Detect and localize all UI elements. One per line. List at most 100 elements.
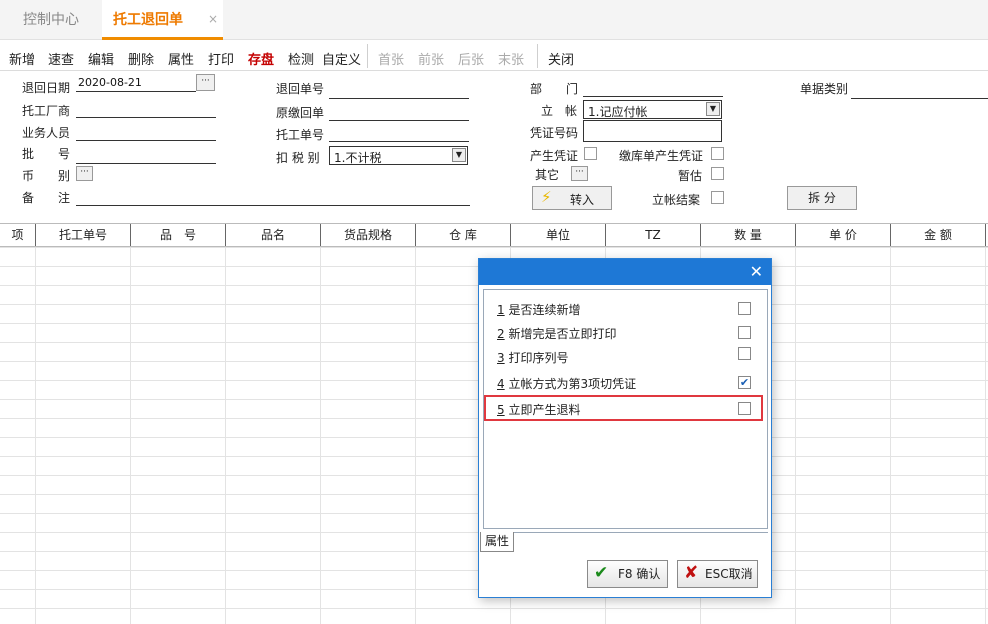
grid-column-line xyxy=(985,247,986,624)
temp-est-checkbox[interactable] xyxy=(711,167,724,180)
currency-picker-button[interactable]: ··· xyxy=(76,166,93,181)
option-label: 打印序列号 xyxy=(508,351,569,365)
transfer-button[interactable]: ⚡ 转入 xyxy=(532,186,612,210)
column-header[interactable]: 数 量 xyxy=(701,224,796,246)
toolbar: 新增 速查 编辑 删除 属性 打印 存盘 检测 自定义 首张 前张 后张 末张 … xyxy=(0,41,988,71)
consign-no-label: 托工单号 xyxy=(276,128,325,142)
grid-column-line xyxy=(225,247,226,624)
save-button[interactable]: 存盘 xyxy=(248,49,274,68)
voucher-no-field[interactable] xyxy=(583,120,722,142)
return-date-field[interactable]: 2020-08-21 xyxy=(76,75,196,92)
transfer-button-label: 转入 xyxy=(570,193,595,207)
gen-voucher-checkbox[interactable] xyxy=(584,147,597,160)
delete-button[interactable]: 删除 xyxy=(128,49,154,68)
close-icon[interactable]: ✕ xyxy=(750,263,763,281)
batch-field[interactable] xyxy=(76,147,216,164)
orig-return-label: 原缴回单 xyxy=(276,106,325,120)
customize-button[interactable]: 自定义 xyxy=(322,49,361,68)
check-button[interactable]: 检测 xyxy=(288,49,314,68)
new-button[interactable]: 新增 xyxy=(9,49,35,68)
grid-column-line xyxy=(130,247,131,624)
tab-control-center[interactable]: 控制中心 xyxy=(0,0,102,40)
column-header[interactable]: 货品规格 xyxy=(321,224,416,246)
column-header[interactable]: TZ xyxy=(606,224,701,246)
settle-checkbox[interactable] xyxy=(711,191,724,204)
salesman-label: 业务人员 xyxy=(22,126,71,140)
option-label: 是否连续新增 xyxy=(508,303,581,317)
first-record-button[interactable]: 首张 xyxy=(378,49,404,68)
consign-no-field[interactable] xyxy=(329,125,469,142)
option-account-voucher-checkbox[interactable]: ✔ xyxy=(738,376,751,389)
close-button[interactable]: 关闭 xyxy=(548,49,574,68)
grid-column-line xyxy=(415,247,416,624)
print-button[interactable]: 打印 xyxy=(208,49,234,68)
column-header[interactable]: 项 xyxy=(0,224,36,246)
option-continuous-new-checkbox[interactable] xyxy=(738,302,751,315)
return-date-label: 退回日期 xyxy=(22,81,71,95)
remark-field[interactable] xyxy=(76,189,470,206)
option-print-after-new[interactable]: 2 新增完是否立即打印 xyxy=(497,325,616,342)
edit-button[interactable]: 编辑 xyxy=(88,49,114,68)
option-print-serial-checkbox[interactable] xyxy=(738,347,751,360)
grid-column-line xyxy=(320,247,321,624)
option-number: 3 xyxy=(497,351,505,365)
confirm-button-label: F8 确认 xyxy=(618,567,661,581)
option-print-after-new-checkbox[interactable] xyxy=(738,326,751,339)
voucher-no-label: 凭证号码 xyxy=(530,126,579,140)
tab-consign-return[interactable]: 托工退回单 xyxy=(102,0,223,40)
column-header[interactable]: 金 额 xyxy=(891,224,986,246)
toolbar-divider xyxy=(537,44,538,68)
dialog-title-bar[interactable]: ✕ xyxy=(479,259,771,285)
chevron-down-icon: ▼ xyxy=(452,148,466,162)
option-label: 立帐方式为第3项切凭证 xyxy=(508,377,637,391)
column-header[interactable]: 品名 xyxy=(226,224,321,246)
tab-properties[interactable]: 属性 xyxy=(480,532,514,552)
other-picker-button[interactable]: ··· xyxy=(571,166,588,181)
salesman-field[interactable] xyxy=(76,124,216,141)
factory-label: 托工厂商 xyxy=(22,104,71,118)
tax-select-value: 1.不计税 xyxy=(334,151,382,165)
doc-type-field[interactable] xyxy=(851,82,988,99)
tab-close-icon[interactable]: × xyxy=(208,0,218,38)
quick-search-button[interactable]: 速查 xyxy=(48,49,74,68)
last-record-button[interactable]: 末张 xyxy=(498,49,524,68)
other-label: 其它 xyxy=(535,168,560,182)
tab-bar: 控制中心 托工退回单 × xyxy=(0,0,988,40)
doc-type-label: 单据类别 xyxy=(800,82,849,96)
confirm-button[interactable]: ✔ F8 确认 xyxy=(587,560,668,588)
return-no-field[interactable] xyxy=(329,82,469,99)
batch-label: 批 号 xyxy=(22,147,71,161)
column-header[interactable]: 单位 xyxy=(511,224,606,246)
factory-field[interactable] xyxy=(76,101,216,118)
toolbar-divider xyxy=(367,44,368,68)
tax-select[interactable]: 1.不计税 ▼ xyxy=(329,146,468,165)
next-record-button[interactable]: 后张 xyxy=(458,49,484,68)
dept-label: 部 门 xyxy=(530,82,579,96)
split-button[interactable]: 拆 分 xyxy=(787,186,857,210)
dept-field[interactable] xyxy=(583,80,723,97)
option-print-serial[interactable]: 3 打印序列号 xyxy=(497,349,568,366)
option-account-voucher[interactable]: 4 立帐方式为第3项切凭证 xyxy=(497,375,636,392)
option-number: 4 xyxy=(497,377,505,391)
prev-record-button[interactable]: 前张 xyxy=(418,49,444,68)
account-select[interactable]: 1.记应付帐 ▼ xyxy=(583,100,722,119)
properties-button[interactable]: 属性 xyxy=(168,49,194,68)
grid-header: 项 托工单号 品 号 品名 货品规格 仓 库 单位 TZ 数 量 单 价 金 额 xyxy=(0,223,988,247)
cancel-button[interactable]: ✘ ESC取消 xyxy=(677,560,758,588)
orig-return-field[interactable] xyxy=(329,104,469,121)
column-header[interactable]: 品 号 xyxy=(131,224,226,246)
properties-dialog: ✕ 1 是否连续新增 2 新增完是否立即打印 3 打印序列号 4 立帐方式为第3… xyxy=(478,258,772,598)
column-header[interactable]: 单 价 xyxy=(796,224,891,246)
chevron-down-icon: ▼ xyxy=(706,102,720,116)
option-number: 2 xyxy=(497,327,505,341)
option-continuous-new[interactable]: 1 是否连续新增 xyxy=(497,301,580,318)
gen-voucher-label: 产生凭证 xyxy=(530,149,579,163)
column-header[interactable]: 托工单号 xyxy=(36,224,131,246)
return-date-picker-button[interactable]: ··· xyxy=(196,74,215,91)
cancel-button-label: ESC取消 xyxy=(705,567,753,581)
stock-voucher-checkbox[interactable] xyxy=(711,147,724,160)
stock-voucher-label: 缴库单产生凭证 xyxy=(619,149,704,163)
return-no-label: 退回单号 xyxy=(276,82,325,96)
highlight-box xyxy=(484,395,763,421)
column-header[interactable]: 仓 库 xyxy=(416,224,511,246)
